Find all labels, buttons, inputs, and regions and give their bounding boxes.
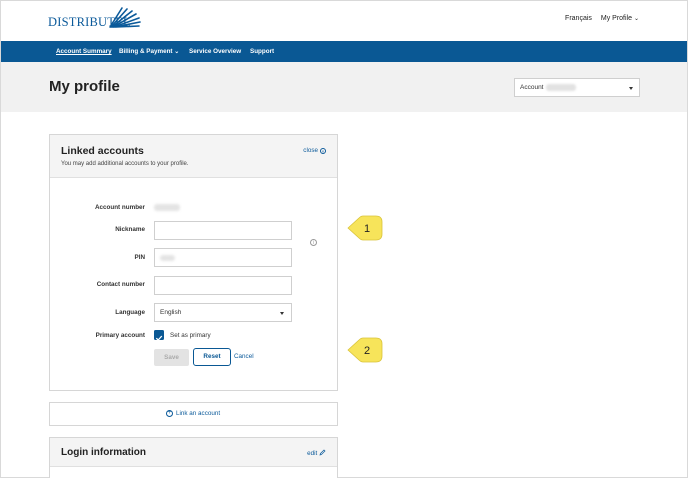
page-header: My profile Account	[1, 62, 687, 112]
callout-2-number: 2	[364, 345, 370, 357]
link-account-button[interactable]: + Link an account	[49, 402, 338, 426]
card-header: Linked accounts You may add additional a…	[50, 135, 337, 178]
account-select-label: Account	[520, 84, 544, 91]
link-account-label: Link an account	[176, 410, 221, 417]
my-profile-label: My Profile	[600, 15, 633, 22]
caret-down-icon	[280, 312, 284, 315]
nav-billing-label: Billing & Payment	[119, 48, 173, 55]
nickname-input[interactable]	[154, 221, 292, 240]
nickname-label: Nickname	[115, 226, 145, 233]
nav-billing-payment[interactable]: Billing & Payment ⌄	[119, 48, 179, 55]
chevron-down-icon: ⌄	[174, 49, 180, 55]
primary-account-label: Primary account	[95, 332, 145, 339]
login-information-title: Login information	[61, 447, 146, 458]
chevron-down-icon: ⌄	[633, 16, 639, 22]
edit-label: edit	[307, 450, 318, 457]
pin-input[interactable]	[154, 248, 292, 267]
pin-value-redacted	[160, 255, 175, 261]
language-label: Language	[115, 309, 145, 316]
linked-accounts-card: Linked accounts You may add additional a…	[49, 134, 338, 391]
close-circle-icon: ×	[320, 147, 326, 154]
nav-service-overview[interactable]: Service Overview	[189, 48, 241, 55]
logo-sunburst-icon	[109, 7, 141, 28]
my-profile-menu[interactable]: My Profile ⌄	[601, 15, 639, 22]
set-as-primary-checkbox[interactable]	[154, 330, 164, 341]
language-toggle-link[interactable]: Français	[565, 15, 592, 22]
nav-account-summary[interactable]: Account Summary	[56, 48, 112, 55]
nav-support[interactable]: Support	[250, 48, 274, 55]
main-nav: Account Summary Billing & Payment ⌄ Serv…	[1, 41, 687, 62]
save-button[interactable]: Save	[154, 349, 189, 366]
card-title: Linked accounts	[61, 145, 144, 157]
callout-1-number: 1	[364, 223, 370, 235]
account-select[interactable]: Account	[514, 78, 640, 97]
pin-label: PIN	[134, 254, 146, 261]
info-icon[interactable]: i	[310, 239, 317, 246]
cancel-link[interactable]: Cancel	[234, 353, 254, 360]
callout-1-badge: 1	[347, 215, 383, 241]
account-number-redacted	[546, 84, 576, 91]
page-title: My profile	[49, 78, 120, 95]
login-info-body	[50, 466, 337, 478]
contact-number-label: Contact number	[96, 281, 145, 288]
top-links: Français My Profile ⌄	[565, 15, 639, 22]
language-select-value: English	[160, 309, 182, 316]
callout-2-badge: 2	[347, 337, 383, 363]
set-as-primary-label: Set as primary	[170, 332, 211, 339]
language-select[interactable]: English	[154, 303, 292, 322]
pencil-icon	[319, 449, 326, 456]
account-number-value-redacted	[154, 204, 180, 211]
close-label: close	[303, 147, 318, 154]
close-link[interactable]: close ×	[303, 147, 326, 154]
login-information-card: Login information edit	[49, 437, 338, 478]
plus-circle-icon: +	[166, 410, 173, 417]
reset-button[interactable]: Reset	[193, 348, 231, 366]
top-bar: DISTRIBUTEL Français My Profile ⌄	[1, 1, 687, 41]
card-subtitle: You may add additional accounts to your …	[61, 161, 189, 167]
caret-down-icon	[629, 87, 633, 90]
checkmark-icon	[155, 335, 163, 341]
contact-number-input[interactable]	[154, 276, 292, 295]
link-account-content: + Link an account	[166, 410, 220, 417]
account-number-label: Account number	[94, 204, 145, 211]
edit-login-link[interactable]: edit	[307, 449, 326, 457]
distributel-logo[interactable]: DISTRIBUTEL	[48, 5, 144, 33]
